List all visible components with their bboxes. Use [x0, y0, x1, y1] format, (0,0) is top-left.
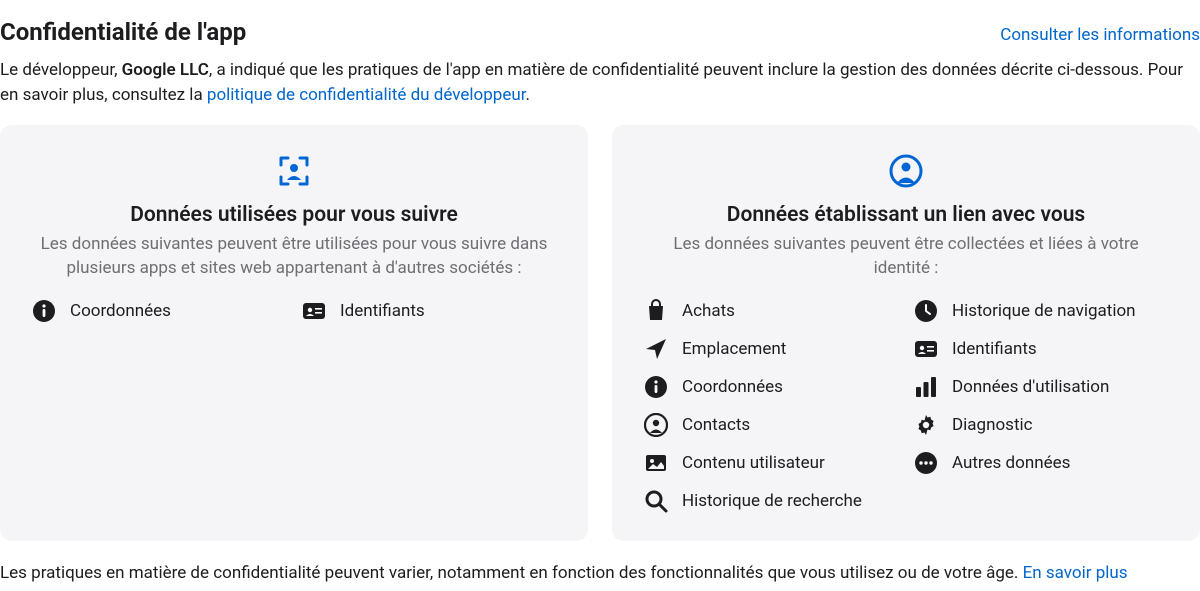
data-item-identifiants: Identifiants [914, 337, 1168, 361]
card-tracking-items: Coordonnées Identifiants [32, 299, 556, 323]
data-item-label: Coordonnées [70, 301, 171, 321]
learn-more-link[interactable]: En savoir plus [1023, 563, 1128, 583]
data-item-contacts: Contacts [644, 413, 898, 437]
bag-icon [644, 299, 668, 323]
data-item-diagnostic: Diagnostic [914, 413, 1168, 437]
data-item-label: Diagnostic [952, 415, 1033, 435]
data-item-label: Identifiants [340, 301, 425, 321]
card-linked: Données établissant un lien avec vous Le… [612, 125, 1200, 541]
id-card-icon [302, 299, 326, 323]
data-item-label: Achats [682, 301, 735, 321]
privacy-cards: Données utilisées pour vous suivre Les d… [0, 125, 1200, 541]
data-item-label: Historique de navigation [952, 301, 1136, 321]
card-tracking-desc: Les données suivantes peuvent être utili… [32, 233, 556, 281]
data-item-identifiants: Identifiants [302, 299, 556, 323]
contacts-icon [644, 413, 668, 437]
intro-text: Le développeur, Google LLC, a indiqué qu… [0, 54, 1200, 125]
gear-icon [914, 413, 938, 437]
info-icon [32, 299, 56, 323]
tracking-icon [32, 153, 556, 189]
privacy-policy-link[interactable]: politique de confidentialité du développ… [207, 85, 526, 105]
search-icon [644, 489, 668, 513]
data-item-label: Emplacement [682, 339, 786, 359]
data-item-historique-recherche: Historique de recherche [644, 489, 898, 513]
clock-icon [914, 299, 938, 323]
bars-icon [914, 375, 938, 399]
data-item-achats: Achats [644, 299, 898, 323]
location-icon [644, 337, 668, 361]
details-link[interactable]: Consulter les informations [1000, 25, 1200, 45]
data-item-label: Coordonnées [682, 377, 783, 397]
data-item-historique-nav: Historique de navigation [914, 299, 1168, 323]
data-item-emplacement: Emplacement [644, 337, 898, 361]
intro-prefix: Le développeur, [0, 60, 122, 80]
data-item-label: Autres données [952, 453, 1070, 473]
ellipsis-icon [914, 451, 938, 475]
card-tracking: Données utilisées pour vous suivre Les d… [0, 125, 588, 541]
info-icon [644, 375, 668, 399]
data-item-coordonnees: Coordonnées [644, 375, 898, 399]
data-item-label: Données d'utilisation [952, 377, 1109, 397]
card-linked-title: Données établissant un lien avec vous [644, 203, 1168, 227]
data-item-label: Contenu utilisateur [682, 453, 825, 473]
data-item-contenu-utilisateur: Contenu utilisateur [644, 451, 898, 475]
footer-note: Les pratiques en matière de confidential… [0, 541, 1200, 591]
card-tracking-title: Données utilisées pour vous suivre [32, 203, 556, 227]
footer-text: Les pratiques en matière de confidential… [0, 563, 1023, 583]
card-linked-items: Achats Historique de navigation Emplacem… [644, 299, 1168, 513]
section-title: Confidentialité de l'app [0, 18, 246, 46]
id-card-icon [914, 337, 938, 361]
data-item-donnees-utilisation: Données d'utilisation [914, 375, 1168, 399]
intro-suffix: . [525, 85, 529, 105]
data-item-coordonnees: Coordonnées [32, 299, 286, 323]
data-item-label: Identifiants [952, 339, 1037, 359]
data-item-autres: Autres données [914, 451, 1168, 475]
linked-icon [644, 153, 1168, 189]
card-linked-desc: Les données suivantes peuvent être colle… [644, 233, 1168, 281]
data-item-label: Historique de recherche [682, 491, 862, 511]
developer-name: Google LLC [122, 60, 209, 80]
data-item-label: Contacts [682, 415, 750, 435]
image-icon [644, 451, 668, 475]
